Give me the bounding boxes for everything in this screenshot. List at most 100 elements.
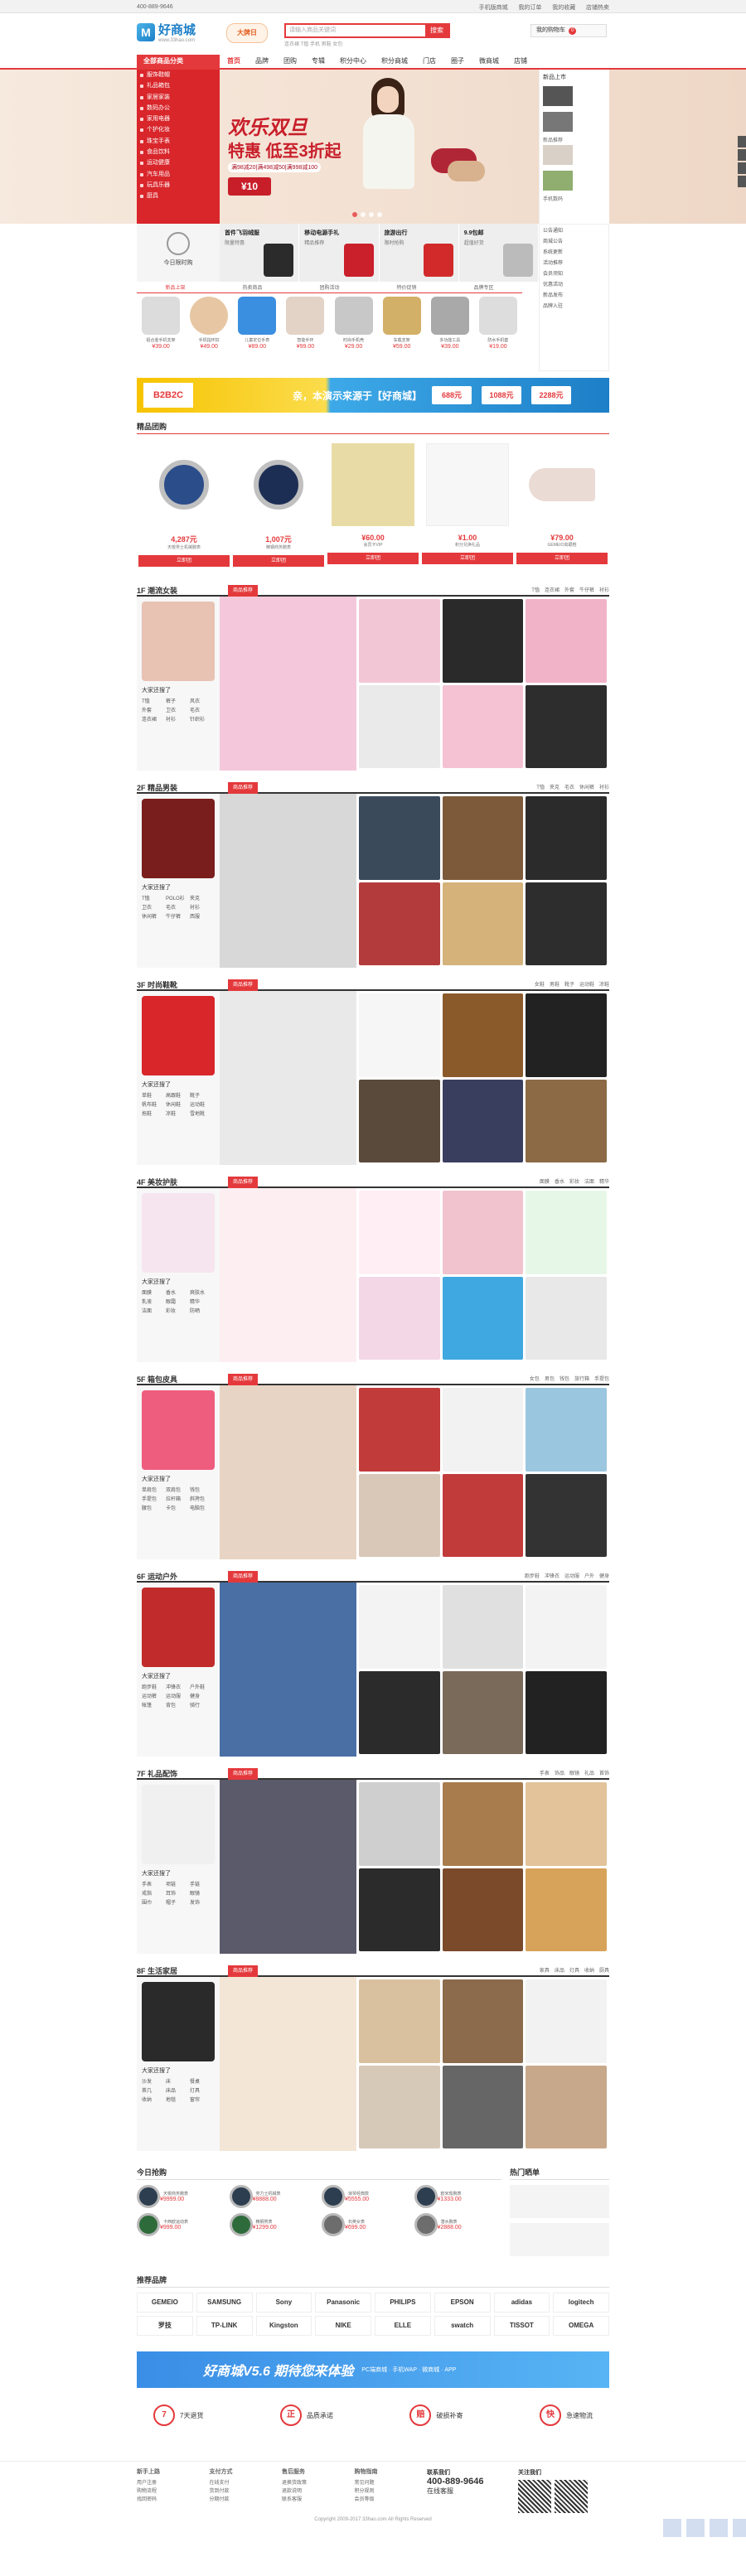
floor-tag[interactable]: 卫衣 [142,904,166,913]
floor-tab[interactable]: 户外 [584,1574,594,1579]
product-image[interactable] [526,1276,607,1360]
top-link-orders[interactable]: 我的订单 [518,5,541,11]
product-image[interactable] [442,1191,524,1274]
floor-tag[interactable]: 项链 [166,1881,190,1890]
product-image[interactable] [359,1868,440,1951]
promo-cell[interactable]: 首件飞羽绒服 限量特惠 [220,224,300,282]
floor-tag[interactable]: 地毯 [166,2096,190,2105]
b2b-banner[interactable]: B2B2C 亲，本演示来源于【好商城】 688元 1088元 2288元 [0,378,746,413]
side-category-item[interactable]: 厨具 [137,191,220,201]
news-item[interactable]: 会员须知 [540,268,608,278]
floor-tag[interactable]: 防晒 [190,1307,214,1317]
floor-tag[interactable]: 手表 [142,1881,166,1890]
news-item[interactable]: 优惠活动 [540,278,608,289]
promo-cell[interactable]: 移动电源手礼 精品推荐 [299,224,380,282]
search-button[interactable]: 搜索 [425,25,448,36]
product-image[interactable] [442,1979,524,2063]
product-image[interactable] [359,1585,440,1669]
footer-link[interactable]: 会员等级 [355,2496,428,2504]
side-category-item[interactable]: 运动健康 [137,157,220,168]
tab-new[interactable]: 新品上架 [137,283,214,292]
floor-tab[interactable]: 毛衣 [564,785,574,790]
hot-words[interactable]: 连衣裙 T恤 手机 男鞋 女包 [284,40,342,47]
banner-coupon[interactable]: ¥10 [228,177,271,196]
side-category-item[interactable]: 玩具乐器 [137,180,220,191]
nav-item-points-mall[interactable]: 积分商城 [374,55,415,68]
product-image[interactable] [442,2065,524,2148]
product-image[interactable] [442,1079,524,1162]
product-image[interactable] [526,599,607,683]
deal-item[interactable]: 天梭商务腕表 ¥9999.00 [137,2185,225,2208]
floor-tab[interactable]: 眼镜 [569,1771,579,1776]
brand-logo[interactable]: TP-LINK [196,2316,253,2336]
floor-tab[interactable]: 冲锋衣 [545,1574,560,1579]
side-category-item[interactable]: 服饰鞋帽 [137,70,220,80]
floor-tag[interactable]: 帽子 [166,1899,190,1908]
floor-main-image[interactable] [220,1977,356,2151]
side-category-item[interactable]: 汽车用品 [137,169,220,180]
floor-main-image[interactable] [220,794,356,968]
floor-tab[interactable]: 衬衫 [599,785,609,790]
footer-link[interactable]: 用户注册 [137,2479,210,2487]
floor-tag[interactable]: 休闲裤 [142,913,166,922]
floor-tab[interactable]: T恤 [536,785,545,790]
floor-tag[interactable]: 戒指 [142,1890,166,1899]
product-image[interactable] [442,684,524,768]
group-item[interactable]: ¥1.00 积分兑换礼品 立即团 [422,439,513,567]
floor-tag[interactable]: 雪地靴 [190,1110,214,1119]
floor-tag[interactable]: 拖鞋 [142,1110,166,1119]
floor-tag[interactable]: 发饰 [190,1899,214,1908]
nav-item-store[interactable]: 门店 [415,55,443,68]
tab-group[interactable]: 团购活动 [291,283,368,292]
floor-tag[interactable]: 毛衣 [190,707,214,716]
floor-tag[interactable]: 沙发 [142,2078,166,2087]
product-image[interactable] [543,112,573,132]
product-image[interactable] [359,1473,440,1557]
floor-tag[interactable]: 高跟鞋 [166,1092,190,1101]
floor-tab[interactable]: 饰品 [555,1771,564,1776]
side-tool-button[interactable] [738,176,746,187]
product-image[interactable] [359,1782,440,1866]
product-card[interactable]: 手机指环扣 ¥49.00 [185,297,233,367]
nav-item-group[interactable]: 团购 [276,55,304,68]
floor-tag[interactable]: T恤 [142,895,166,904]
floor-tab[interactable]: 洁面 [584,1180,594,1185]
product-image[interactable] [526,882,607,965]
brand-logo[interactable]: EPSON [434,2293,491,2313]
carousel-dot[interactable] [352,212,357,217]
product-image[interactable] [526,1585,607,1669]
product-image[interactable] [526,1191,607,1274]
floor-tab[interactable]: 香水 [555,1180,564,1185]
product-card[interactable]: 多功能工具 ¥39.00 [426,297,474,367]
nav-item-shops[interactable]: 店铺 [506,55,535,68]
product-image[interactable] [543,171,573,191]
floor-tag[interactable]: 双肩包 [166,1486,190,1496]
floor-tag[interactable]: 衬衫 [190,904,214,913]
carousel-dot[interactable] [377,212,382,217]
banner-carousel-dots[interactable] [352,212,385,217]
floor-tag[interactable]: 运动服 [166,1693,190,1702]
top-link-hot[interactable]: 店铺热卖 [586,5,609,11]
nav-item-wechat[interactable]: 微商城 [472,55,506,68]
floor-tab[interactable]: 精华 [599,1180,609,1185]
deal-item[interactable]: 劳力士机械表 ¥8888.00 [229,2185,317,2208]
promo-cell[interactable]: 旅游出行 限时抢购 [379,224,459,282]
floor-tag[interactable]: 帆布鞋 [142,1101,166,1110]
product-card[interactable]: 智能手环 ¥99.00 [281,297,329,367]
floor-feature-image[interactable] [142,602,215,681]
news-item[interactable]: 新品发布 [540,289,608,300]
floor-tab[interactable]: 休闲裤 [579,785,594,790]
b2b-coupon[interactable]: 1088元 [482,386,522,404]
product-image[interactable] [526,993,607,1077]
floor-tag[interactable]: 眼霜 [166,1298,190,1307]
floor-tag[interactable]: 牛仔裤 [166,913,190,922]
floor-tab[interactable]: 牛仔裤 [579,588,594,593]
floor-tag[interactable]: 运动裤 [142,1693,166,1702]
floor-tag[interactable]: 斜挎包 [190,1496,214,1505]
floor-tag[interactable]: POLO衫 [166,895,190,904]
product-image[interactable] [359,1670,440,1754]
floor-tag[interactable]: 夹克 [190,895,214,904]
product-image[interactable] [442,1388,524,1472]
today-limited-sale[interactable]: 今日限时购 [137,224,220,282]
deal-item[interactable]: 浪琴经典款 ¥5555.00 [322,2185,409,2208]
